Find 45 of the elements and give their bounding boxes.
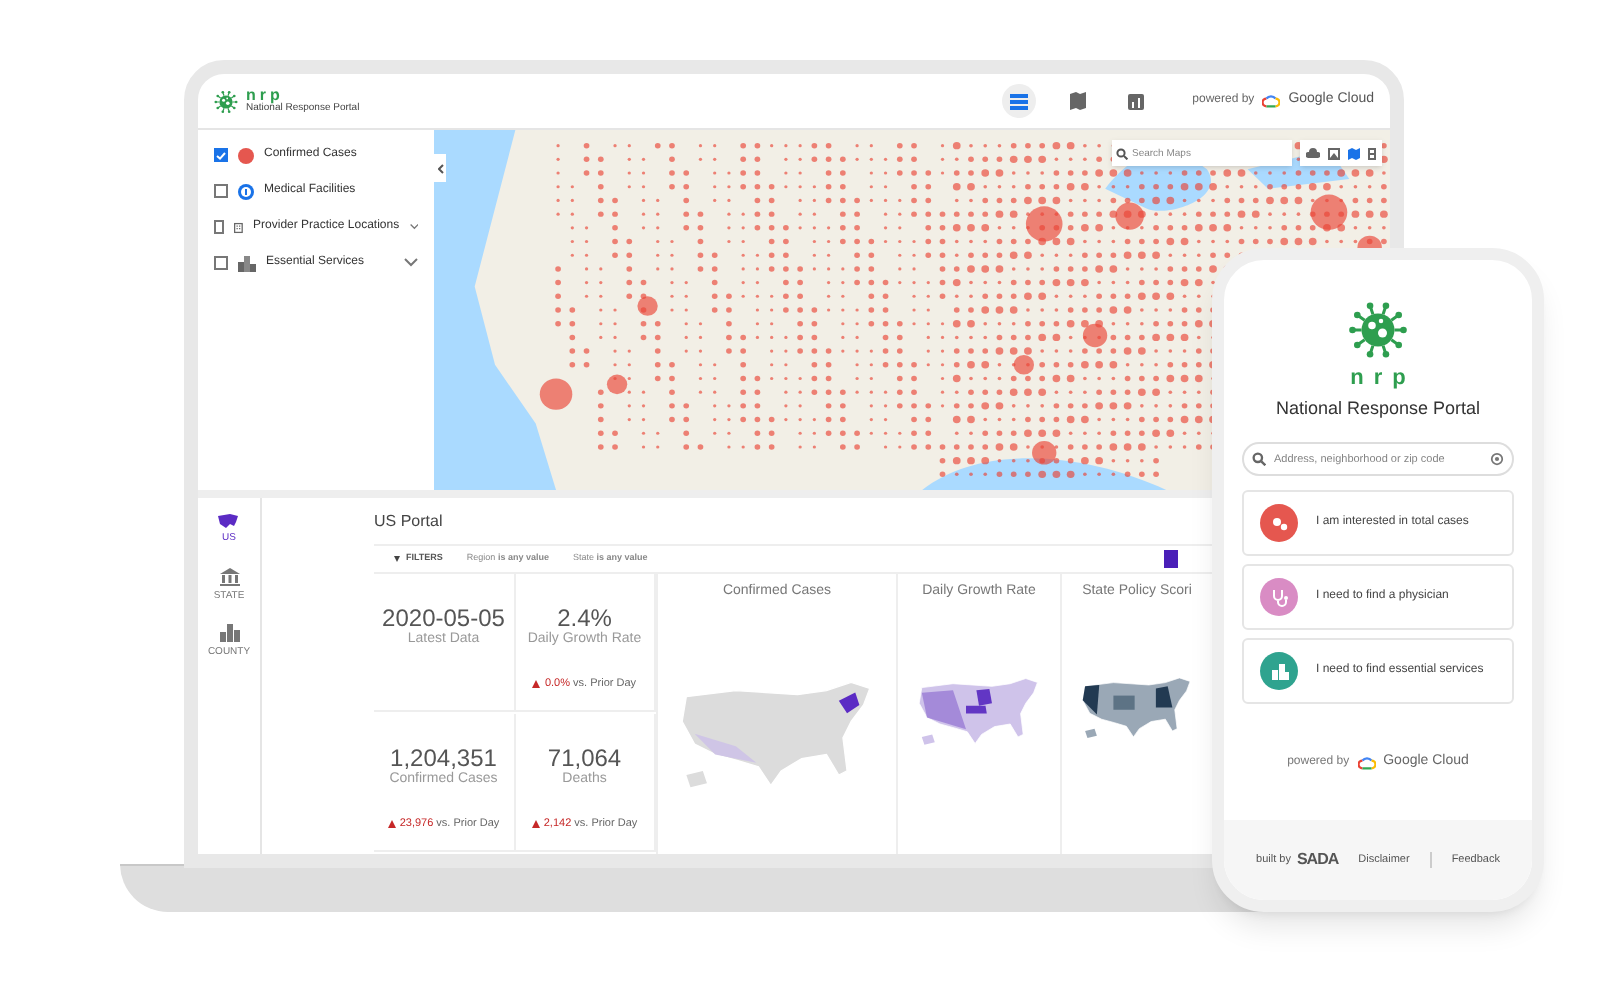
- column-icon[interactable]: [1368, 147, 1376, 159]
- hospital-badge-icon: [238, 183, 254, 199]
- caret-icon: [394, 556, 400, 562]
- cloud-icon[interactable]: [1306, 148, 1320, 158]
- chevron-left-icon: [437, 163, 443, 173]
- stat-value: 2.4%: [557, 606, 612, 630]
- buildings-icon: [1269, 661, 1289, 681]
- buildings-icon: [219, 624, 239, 642]
- cloud-logo-icon: [1262, 94, 1281, 108]
- dot-icon: [238, 147, 254, 163]
- image-icon[interactable]: [1328, 147, 1340, 159]
- locate-icon[interactable]: [1490, 452, 1504, 466]
- list-icon: [1010, 93, 1029, 109]
- collapse-tab[interactable]: [434, 154, 446, 182]
- up-triangle-icon: [531, 819, 540, 828]
- map-icon[interactable]: [1348, 147, 1360, 159]
- checkmark-icon: [216, 151, 226, 159]
- stat-value: 2020-05-05: [382, 606, 505, 630]
- search-icon: [1116, 147, 1128, 159]
- virus-logo-icon: [214, 89, 238, 113]
- stat-value: 71,064: [547, 746, 622, 770]
- buildings-icon: [238, 255, 256, 271]
- bank-icon: [219, 567, 239, 585]
- checkbox[interactable]: [214, 256, 228, 270]
- logo-text: nrp: [246, 88, 286, 104]
- us-map-icon: [218, 514, 240, 528]
- up-triangle-icon: [387, 819, 396, 828]
- up-triangle-icon: [532, 679, 541, 688]
- chevron-down-icon[interactable]: [409, 222, 418, 232]
- cloud-logo-icon: [1357, 755, 1376, 770]
- stat-value: 1,204,351: [390, 746, 497, 770]
- checkbox[interactable]: [214, 184, 228, 198]
- building-icon: [234, 219, 244, 235]
- map-icon: [1069, 92, 1086, 110]
- view-button[interactable]: [1002, 84, 1037, 118]
- chevron-down-icon[interactable]: [404, 258, 418, 268]
- checkbox[interactable]: [214, 220, 225, 234]
- stethoscope-icon: [1269, 587, 1289, 607]
- portal-title: National Response Portal: [1275, 395, 1481, 422]
- chart-icon: [1127, 93, 1144, 109]
- logo-text: nrp: [1348, 364, 1416, 394]
- search-icon: [1252, 452, 1266, 466]
- dots-icon: [1269, 513, 1289, 533]
- checkbox[interactable]: [214, 148, 228, 162]
- virus-logo-icon: [1348, 300, 1408, 360]
